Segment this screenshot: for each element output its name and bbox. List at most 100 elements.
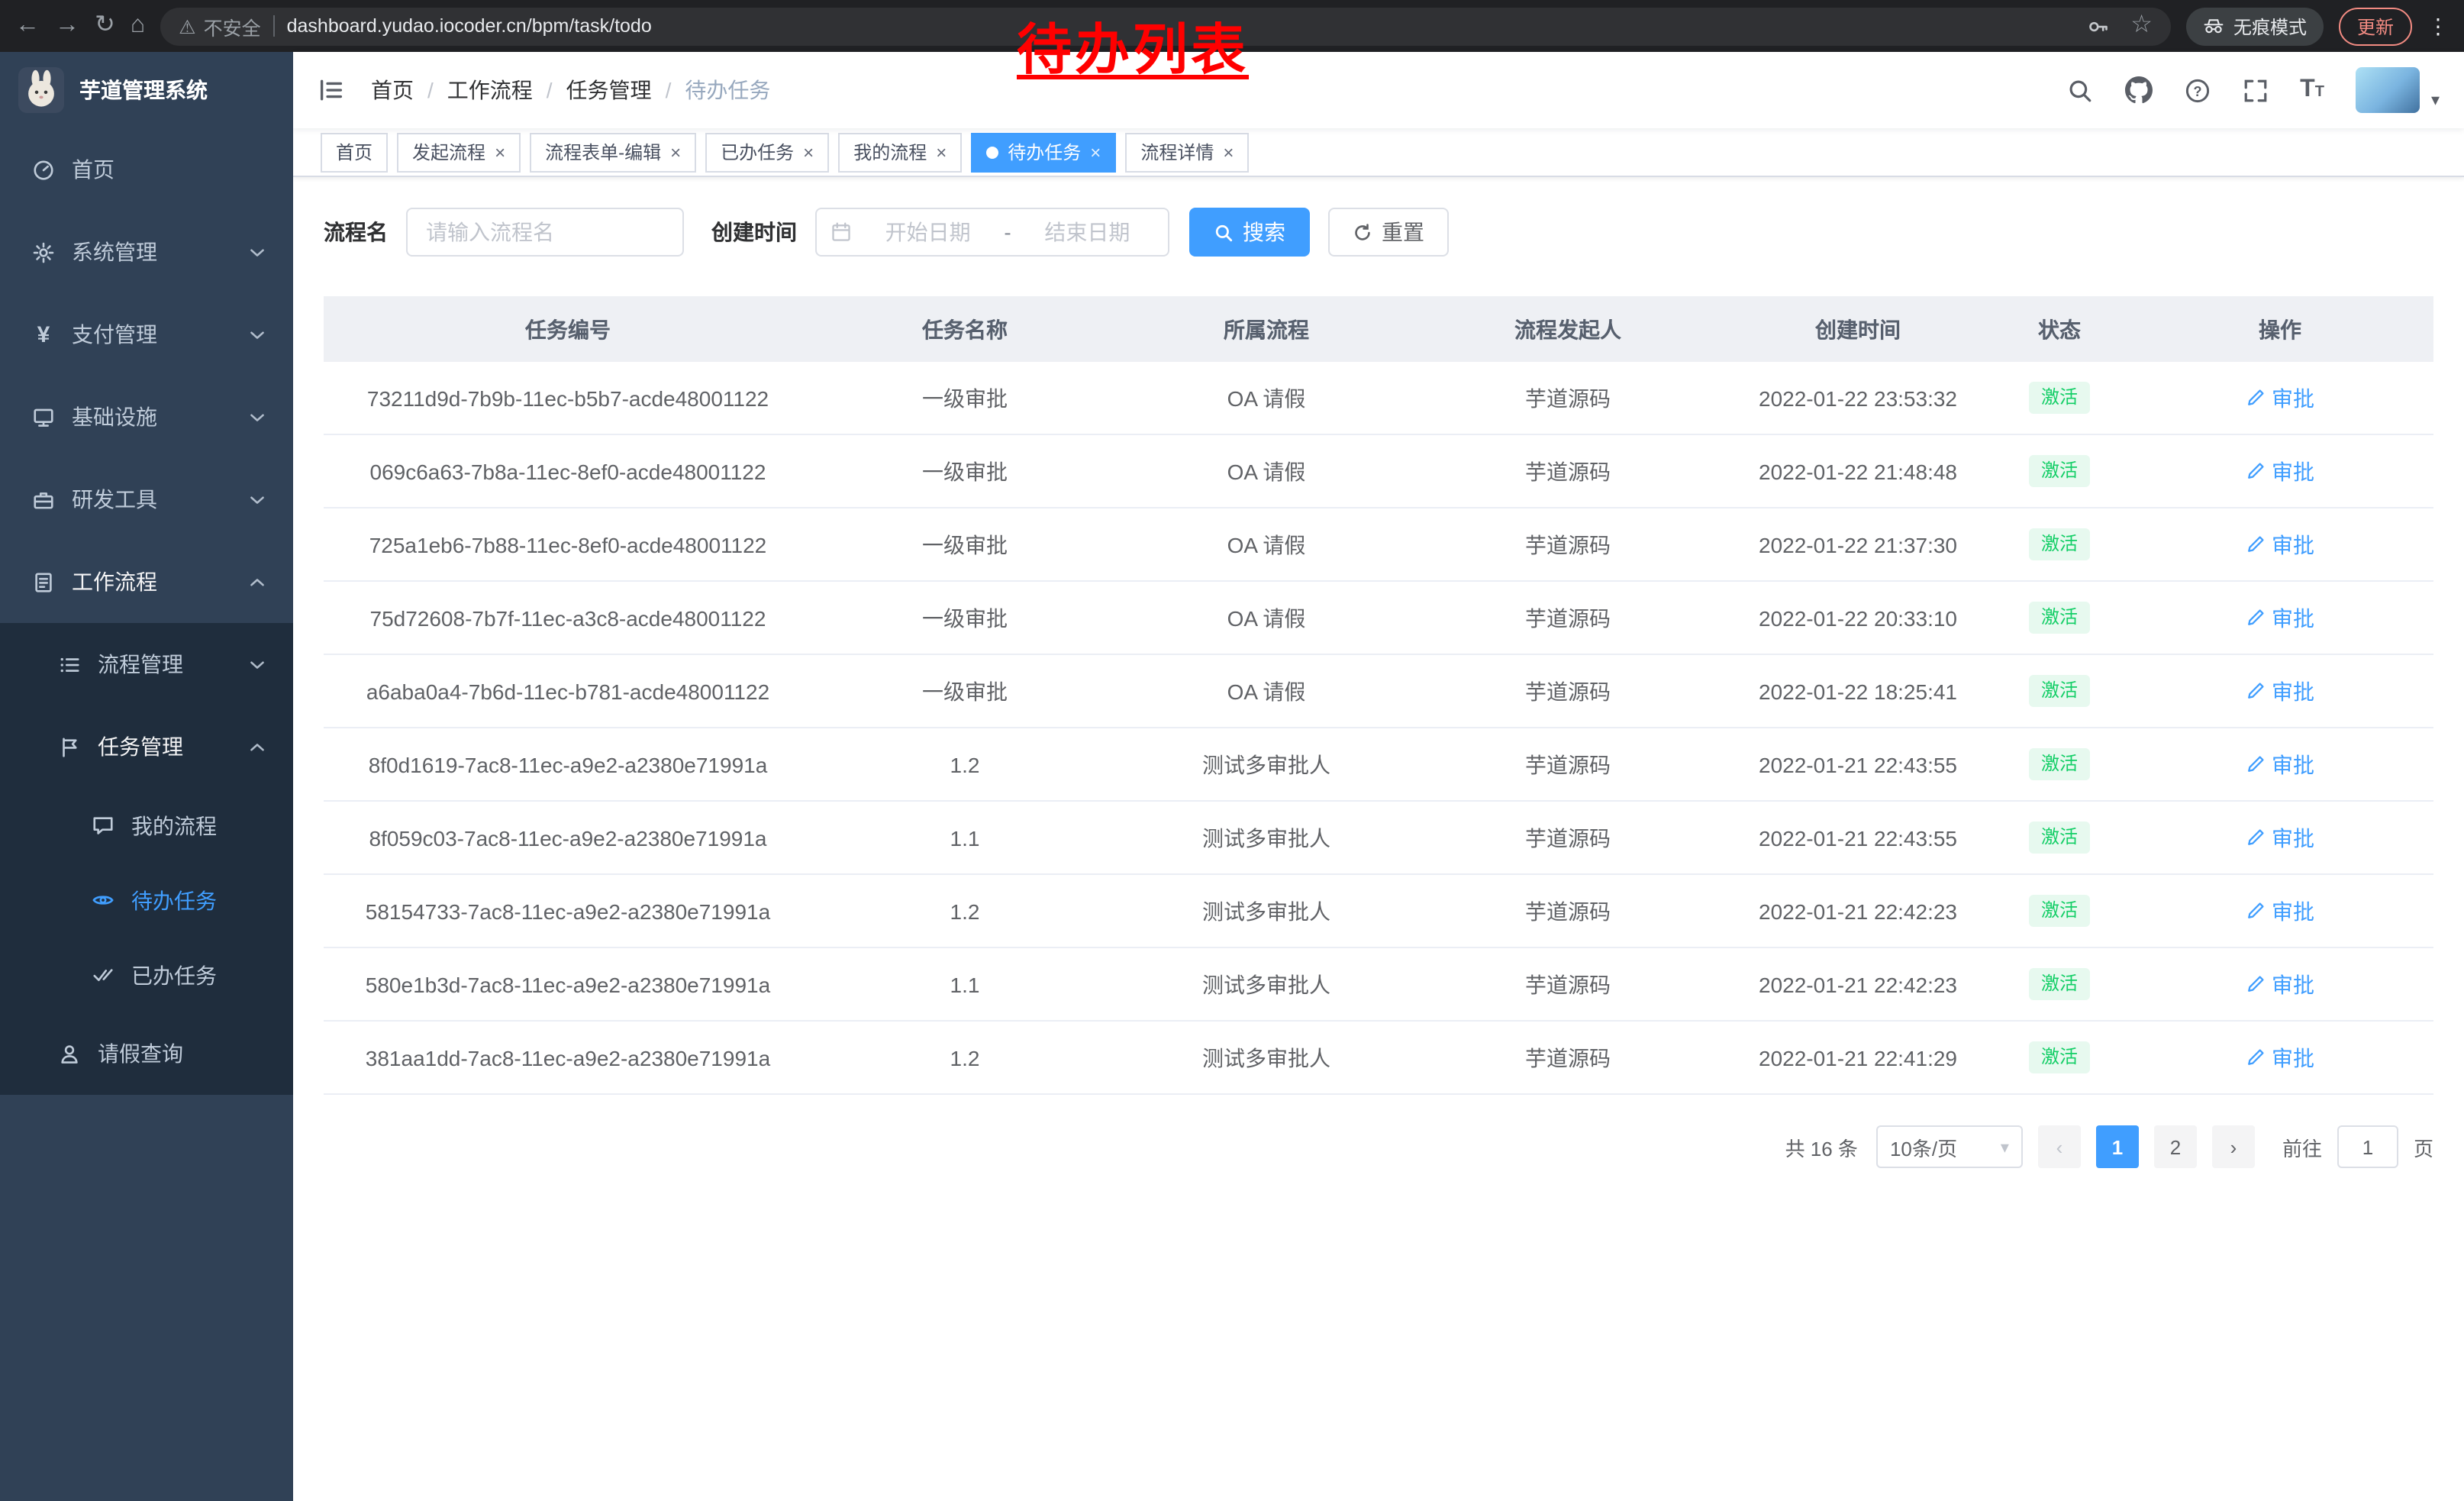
create-time-label: 创建时间	[711, 217, 797, 247]
breadcrumb-home[interactable]: 首页	[371, 75, 414, 105]
sidebar-item-6[interactable]: 流程管理	[0, 623, 293, 705]
status-badge: 激活	[2029, 383, 2090, 414]
sidebar-item-9[interactable]: 待办任务	[0, 863, 293, 938]
process-cell: OA 请假	[1118, 383, 1415, 413]
approve-link[interactable]: 审批	[2246, 749, 2314, 780]
sidebar-item-3[interactable]: 基础设施	[0, 376, 293, 458]
chevron-icon	[246, 240, 269, 263]
status-badge: 激活	[2029, 676, 2090, 707]
process-cell: OA 请假	[1118, 529, 1415, 560]
breadcrumb-workflow[interactable]: 工作流程	[447, 75, 533, 105]
approve-link[interactable]: 审批	[2246, 456, 2314, 486]
home-icon[interactable]: ⌂	[131, 14, 145, 38]
prev-page-button[interactable]: ‹	[2038, 1125, 2081, 1168]
github-icon[interactable]	[2124, 76, 2152, 104]
active-dot	[986, 146, 998, 158]
sidebar-item-0[interactable]: 首页	[0, 128, 293, 211]
end-date-placeholder[interactable]: 结束日期	[1021, 217, 1154, 247]
top-navbar: 首页 / 工作流程 / 任务管理 / 待办任务 ? TT ▾	[293, 52, 2464, 128]
process-cell: 测试多审批人	[1118, 896, 1415, 926]
forward-icon[interactable]: →	[55, 14, 79, 38]
task-id-cell: a6aba0a4-7b6d-11ec-b781-acde48001122	[324, 679, 812, 703]
close-icon[interactable]: ×	[670, 143, 681, 161]
reload-icon[interactable]: ↻	[95, 14, 115, 38]
page-size-select[interactable]: 10条/页 ▾	[1876, 1125, 2023, 1168]
task-name-cell: 1.1	[812, 825, 1118, 850]
approve-link[interactable]: 审批	[2246, 676, 2314, 706]
approve-link[interactable]: 审批	[2246, 1042, 2314, 1073]
eye-icon	[92, 889, 114, 912]
sidebar-item-7[interactable]: 任务管理	[0, 705, 293, 788]
col-initiator: 流程发起人	[1415, 314, 1721, 344]
page-2-button[interactable]: 2	[2154, 1125, 2197, 1168]
close-icon[interactable]: ×	[803, 143, 814, 161]
sidebar-item-1[interactable]: 系统管理	[0, 211, 293, 293]
next-page-button[interactable]: ›	[2212, 1125, 2255, 1168]
page-1-button[interactable]: 1	[2096, 1125, 2139, 1168]
sidebar-item-2[interactable]: ¥ 支付管理	[0, 293, 293, 376]
password-key-icon[interactable]	[2086, 15, 2109, 37]
approve-link[interactable]: 审批	[2246, 896, 2314, 926]
search-button[interactable]: 搜索	[1189, 208, 1310, 257]
created-time-cell: 2022-01-21 22:42:23	[1721, 899, 1995, 923]
tab-2[interactable]: 流程表单-编辑 ×	[530, 132, 696, 172]
col-task-name: 任务名称	[812, 314, 1118, 344]
security-chip[interactable]: ⚠ 不安全	[179, 11, 260, 40]
close-icon[interactable]: ×	[1090, 143, 1101, 161]
tags-view: 首页 发起流程 × 流程表单-编辑 × 已办任务 × 我的流程 × 待办任务 ×…	[293, 128, 2464, 177]
bookmark-star-icon[interactable]: ☆	[2130, 14, 2153, 38]
close-icon[interactable]: ×	[495, 143, 505, 161]
filter-form: 流程名 创建时间 开始日期 - 结束日期 搜索 重置	[324, 208, 2433, 257]
sidebar-item-5[interactable]: 工作流程	[0, 541, 293, 623]
edit-icon	[2246, 828, 2266, 847]
browser-menu-icon[interactable]: ⋮	[2427, 13, 2449, 39]
search-icon[interactable]	[2066, 77, 2092, 103]
task-name-cell: 一级审批	[812, 529, 1118, 560]
approve-link[interactable]: 审批	[2246, 383, 2314, 413]
edit-icon	[2246, 901, 2266, 921]
reset-button[interactable]: 重置	[1328, 208, 1449, 257]
approve-link[interactable]: 审批	[2246, 969, 2314, 999]
process-name-label: 流程名	[324, 217, 388, 247]
update-button[interactable]: 更新	[2339, 7, 2412, 45]
tab-5[interactable]: 待办任务 ×	[971, 132, 1116, 172]
process-name-input[interactable]	[406, 208, 684, 257]
main-content: 流程名 创建时间 开始日期 - 结束日期 搜索 重置 任务编号	[293, 177, 2464, 1501]
chevron-icon	[246, 735, 269, 758]
incognito-badge: 无痕模式	[2186, 7, 2324, 45]
close-icon[interactable]: ×	[1223, 143, 1234, 161]
collapse-sidebar-icon[interactable]	[318, 76, 345, 104]
docs-question-icon[interactable]: ?	[2184, 77, 2210, 103]
tab-3[interactable]: 已办任务 ×	[705, 132, 829, 172]
svg-text:?: ?	[2193, 83, 2201, 98]
sidebar-item-10[interactable]: 已办任务	[0, 938, 293, 1012]
back-icon[interactable]: ←	[15, 14, 40, 38]
goto-page-input[interactable]	[2337, 1125, 2398, 1168]
sidebar-item-11[interactable]: 请假查询	[0, 1012, 293, 1095]
tab-0[interactable]: 首页	[321, 132, 388, 172]
todo-task-table: 任务编号 任务名称 所属流程 流程发起人 创建时间 状态 操作 73211d9d…	[324, 296, 2433, 1095]
approve-link[interactable]: 审批	[2246, 529, 2314, 560]
app-logo[interactable]: 芋道管理系统	[0, 52, 293, 128]
avatar[interactable]	[2356, 67, 2420, 113]
approve-link[interactable]: 审批	[2246, 822, 2314, 853]
font-size-icon[interactable]: TT	[2300, 76, 2324, 104]
edit-icon	[2246, 388, 2266, 408]
task-id-cell: 8f059c03-7ac8-11ec-a9e2-a2380e71991a	[324, 825, 812, 850]
task-name-cell: 一级审批	[812, 602, 1118, 633]
approve-link[interactable]: 审批	[2246, 602, 2314, 633]
tab-1[interactable]: 发起流程 ×	[397, 132, 521, 172]
date-range-picker[interactable]: 开始日期 - 结束日期	[815, 208, 1169, 257]
edit-icon	[2246, 681, 2266, 701]
sidebar: 芋道管理系统 首页 系统管理 ¥ 支付管理 基础设施 研发工具 工作流程 流程管…	[0, 52, 293, 1501]
tab-6[interactable]: 流程详情 ×	[1125, 132, 1249, 172]
sidebar-item-4[interactable]: 研发工具	[0, 458, 293, 541]
start-date-placeholder[interactable]: 开始日期	[861, 217, 995, 247]
edit-icon	[2246, 974, 2266, 994]
fullscreen-icon[interactable]	[2242, 77, 2268, 103]
breadcrumb-task-mgmt[interactable]: 任务管理	[566, 75, 652, 105]
edit-icon	[2246, 534, 2266, 554]
sidebar-item-8[interactable]: 我的流程	[0, 788, 293, 863]
close-icon[interactable]: ×	[936, 143, 947, 161]
tab-4[interactable]: 我的流程 ×	[838, 132, 962, 172]
